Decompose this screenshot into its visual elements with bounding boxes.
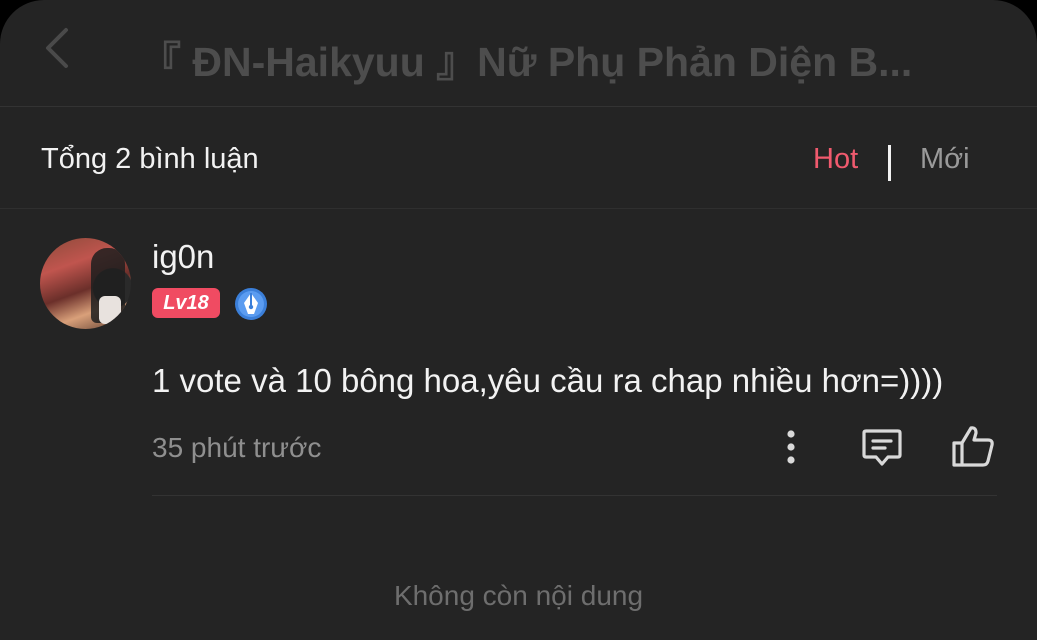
reply-icon	[862, 429, 902, 466]
avatar[interactable]	[40, 238, 131, 329]
sort-new-tab[interactable]: Mới	[920, 143, 970, 176]
comment-divider	[152, 495, 997, 496]
top-bar: 『 ĐN-Haikyuu 』Nữ Phụ Phản Diện B...	[0, 0, 1037, 107]
comments-summary: Tổng 2 bình luận Hot Mới	[0, 107, 1037, 209]
page-title: 『 ĐN-Haikyuu 』Nữ Phụ Phản Diện B...	[140, 39, 913, 85]
end-of-content-text: Không còn nội dung	[393, 580, 644, 611]
comments-sheet: 『 ĐN-Haikyuu 』Nữ Phụ Phản Diện B... Tổng…	[0, 0, 1037, 640]
level-badge: Lv18	[152, 288, 220, 318]
sort-divider	[888, 145, 891, 181]
chevron-left-icon	[46, 28, 68, 68]
comment-timestamp: 35 phút trước	[152, 432, 322, 463]
pen-badge-icon	[235, 288, 267, 320]
comment-count: Tổng 2 bình luận	[41, 143, 259, 175]
back-button[interactable]	[40, 26, 74, 70]
comment-username[interactable]: ig0n	[152, 238, 214, 276]
more-button[interactable]	[774, 428, 808, 468]
more-icon	[787, 430, 795, 464]
sort-hot-tab[interactable]: Hot	[813, 143, 858, 176]
reply-button[interactable]	[860, 425, 904, 469]
comment-text: 1 vote và 10 bông hoa,yêu cầu ra chap nh…	[152, 362, 944, 399]
avatar-face	[99, 296, 121, 324]
like-icon	[952, 426, 994, 467]
like-button[interactable]	[950, 423, 996, 469]
